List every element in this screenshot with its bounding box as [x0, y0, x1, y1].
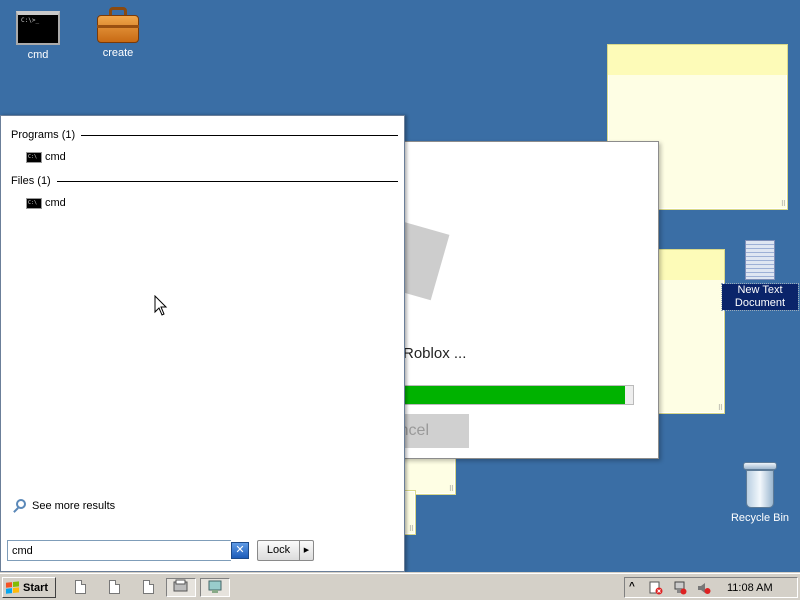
resize-grip-icon[interactable]: ⠿	[718, 404, 723, 412]
start-button[interactable]: Start	[2, 577, 56, 598]
desktop-icon-label: cmd	[27, 49, 49, 61]
start-label: Start	[23, 581, 49, 594]
windows-logo-icon	[6, 580, 20, 594]
taskbar: Start ^ 11:08 AM	[0, 573, 800, 600]
volume-muted-icon[interactable]	[697, 581, 711, 595]
shutdown-options-arrow-icon[interactable]: ▶	[300, 540, 314, 561]
group-label: Files (1)	[11, 175, 51, 187]
text-document-icon	[745, 240, 775, 280]
quick-launch-document[interactable]	[106, 579, 122, 596]
desktop-icon-recycle-bin[interactable]: Recycle Bin	[722, 462, 798, 525]
result-label: cmd	[45, 197, 66, 209]
desktop-icon-label: New Text Document	[721, 283, 799, 311]
security-alert-icon[interactable]	[649, 581, 663, 595]
desktop-icon-cmd[interactable]: C:\>_ cmd	[0, 11, 76, 62]
quick-launch-document[interactable]	[72, 579, 88, 596]
search-icon	[13, 499, 27, 513]
desktop-icon-new-text-document[interactable]: New Text Document	[721, 240, 799, 311]
resize-grip-icon[interactable]: ⠿	[781, 200, 786, 208]
desktop-icon-label: Recycle Bin	[730, 512, 790, 524]
show-hidden-icons-button[interactable]: ^	[629, 581, 643, 595]
mouse-cursor-icon	[154, 295, 168, 316]
desktop-icon-label: create	[102, 47, 134, 59]
desktop-icon-create[interactable]: create	[80, 3, 156, 60]
console-icon: C:\	[26, 197, 42, 209]
quick-launch-printer[interactable]	[166, 578, 196, 597]
lock-button[interactable]: Lock	[257, 540, 300, 561]
document-icon	[142, 580, 154, 594]
console-icon: C:\>_	[16, 11, 60, 45]
install-progress-bar	[381, 385, 634, 405]
quick-launch-network[interactable]	[200, 578, 230, 597]
recycle-bin-icon	[743, 462, 777, 508]
document-icon	[108, 580, 120, 594]
see-more-label: See more results	[32, 500, 116, 512]
resize-grip-icon[interactable]: ⠿	[409, 525, 414, 533]
divider	[81, 134, 398, 136]
divider	[56, 180, 398, 182]
clock[interactable]: 11:08 AM	[727, 582, 773, 594]
system-tray: ^ 11:08 AM	[624, 577, 798, 598]
briefcase-icon	[97, 7, 139, 43]
result-item-file-cmd[interactable]: C:\ cmd	[26, 196, 66, 210]
document-icon	[74, 580, 86, 594]
quick-launch-document[interactable]	[140, 579, 156, 596]
install-status-text: Roblox ...	[403, 345, 467, 362]
resize-grip-icon[interactable]: ⠿	[449, 485, 454, 493]
roblox-installer-dialog: Roblox ... ncel	[380, 141, 659, 459]
network-icon[interactable]	[673, 581, 687, 595]
see-more-results-link[interactable]: See more results	[13, 499, 115, 513]
console-icon: C:\	[26, 151, 42, 163]
start-menu: Programs (1) C:\ cmd Files (1) C:\ cmd S…	[0, 115, 405, 572]
printer-icon	[173, 579, 188, 592]
search-row: ✕ Lock ▶	[7, 540, 398, 562]
result-label: cmd	[45, 151, 66, 163]
programs-group-header: Programs (1)	[11, 128, 398, 142]
network-icon	[208, 580, 222, 593]
search-input[interactable]	[7, 540, 231, 561]
files-group-header: Files (1)	[11, 174, 398, 188]
progress-fill	[382, 386, 626, 404]
group-label: Programs (1)	[11, 129, 76, 141]
clear-search-icon[interactable]: ✕	[231, 542, 249, 559]
result-item-program-cmd[interactable]: C:\ cmd	[26, 150, 66, 164]
